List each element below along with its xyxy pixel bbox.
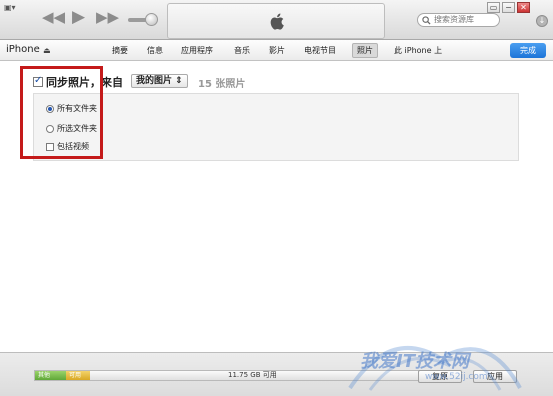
capacity-segment-other: 其他 xyxy=(35,371,66,380)
tab-photos[interactable]: 照片 xyxy=(352,43,378,58)
watermark-url: www.52ij.com xyxy=(425,372,488,382)
watermark-title: 我爱IT技术网 xyxy=(360,351,469,372)
title-bar: ▣▾ ◀◀ ▶ ▶▶ ▭ − ✕ 搜索资源库 ↓ xyxy=(0,0,553,40)
play-button[interactable]: ▶ xyxy=(72,9,85,26)
photo-count: 15 张照片 xyxy=(198,79,246,90)
annotation-highlight-box xyxy=(20,66,103,159)
apple-logo-icon xyxy=(270,13,284,30)
search-icon xyxy=(422,16,431,25)
volume-knob[interactable] xyxy=(145,13,158,26)
capacity-segment-free: 可用 xyxy=(66,371,90,380)
free-space-text: 11.75 GB 可用 xyxy=(228,371,277,379)
search-placeholder: 搜索资源库 xyxy=(434,15,474,24)
mini-player-button[interactable]: ▭ xyxy=(487,2,500,13)
search-field[interactable]: 搜索资源库 xyxy=(417,13,500,27)
eject-icon[interactable]: ⏏ xyxy=(43,46,51,55)
previous-track-button[interactable]: ◀◀ xyxy=(42,10,65,25)
app-menu-button[interactable]: ▣▾ xyxy=(4,3,16,12)
done-button[interactable]: 完成 xyxy=(510,43,546,58)
tab-on-device[interactable]: 此 iPhone 上 xyxy=(394,45,442,56)
tab-tv-shows[interactable]: 电视节目 xyxy=(304,45,336,56)
device-name[interactable]: iPhone xyxy=(6,44,40,55)
next-track-button[interactable]: ▶▶ xyxy=(96,10,119,25)
tab-info[interactable]: 信息 xyxy=(147,45,163,56)
tab-summary[interactable]: 摘要 xyxy=(112,45,128,56)
tab-music[interactable]: 音乐 xyxy=(234,45,250,56)
minimize-button[interactable]: − xyxy=(502,2,515,13)
device-nav-bar: iPhone ⏏ 摘要 信息 应用程序 音乐 影片 电视节目 照片 此 iPho… xyxy=(0,40,553,61)
window-controls: ▭ − ✕ xyxy=(487,2,530,13)
status-display xyxy=(167,3,385,39)
tab-movies[interactable]: 影片 xyxy=(269,45,285,56)
sync-options-panel: 所有文件夹 所选文件夹 包括视频 xyxy=(33,93,519,161)
tab-apps[interactable]: 应用程序 xyxy=(181,45,213,56)
close-button[interactable]: ✕ xyxy=(517,2,530,13)
downloads-icon[interactable]: ↓ xyxy=(536,15,548,27)
photo-source-select[interactable]: 我的图片 ⇕ xyxy=(131,74,188,88)
